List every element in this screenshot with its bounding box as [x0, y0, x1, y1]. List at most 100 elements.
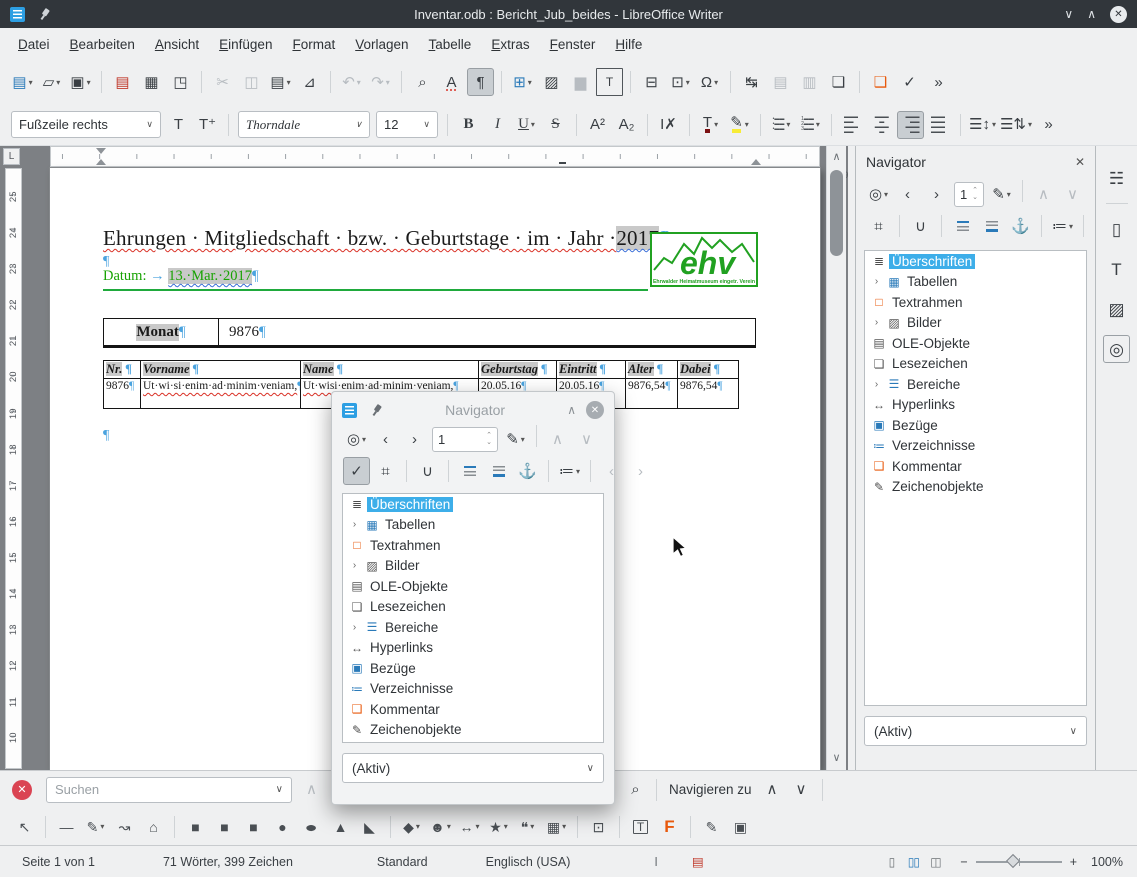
draw-tool-button[interactable]: ❝ ▾ — [514, 813, 541, 841]
navigator-tree-item[interactable]: › ▦ Tabellen — [865, 272, 1086, 293]
navigator-tree-item[interactable]: ↔ Hyperlinks — [865, 395, 1086, 416]
navigator-tree-item[interactable]: › ▦ Tabellen — [343, 515, 603, 536]
navigator-tree-item[interactable]: ≔ Verzeichnisse — [343, 679, 603, 700]
insert-mode-icon[interactable]: I — [640, 855, 671, 869]
sidebar-deck-button[interactable]: ◎ — [1103, 335, 1130, 363]
toolbar-button[interactable]: ¶ — [467, 68, 494, 96]
toolbar-button[interactable]: ▣ ▾ — [67, 68, 94, 96]
paragraph-style-combo[interactable]: Fußzeile rechts∨ — [11, 111, 161, 138]
navigator-tree-item[interactable]: ❑ Kommentar — [865, 456, 1086, 477]
format-button[interactable]: A₂ — [613, 111, 640, 139]
navigator-view-button[interactable]: ⌗ — [372, 457, 399, 485]
close-find-bar-button[interactable]: ✕ — [12, 780, 32, 800]
zoom-out-button[interactable]: − — [960, 855, 967, 869]
expander-icon[interactable]: › — [869, 276, 884, 287]
close-icon[interactable]: ✕ — [1075, 155, 1085, 169]
toolbar-button[interactable]: ❏ — [825, 68, 852, 96]
view-layout-button[interactable]: ◫ — [925, 848, 945, 876]
draw-tool-button[interactable]: ★ ▾ — [485, 813, 512, 841]
navigator-view-button[interactable] — [485, 457, 512, 485]
navigator-tree-item[interactable]: ≔ Verzeichnisse — [865, 436, 1086, 457]
menu-item[interactable]: Vorlagen — [345, 32, 418, 57]
font-size-combo[interactable]: 12∨ — [376, 111, 438, 138]
navigate-up-button[interactable]: ∧ — [759, 776, 786, 804]
font-name-combo[interactable]: Thorndale∨ — [238, 111, 370, 138]
format-button[interactable]: U ▾ — [513, 111, 540, 139]
draw-tool-button[interactable]: ◣ — [356, 813, 383, 841]
search-input[interactable] — [55, 782, 276, 797]
draw-tool-button[interactable]: — — [53, 813, 80, 841]
sidebar-deck-button[interactable]: T — [1103, 255, 1130, 283]
find-all-button[interactable]: ⌕ — [622, 776, 649, 804]
scroll-up-icon[interactable]: ∧ — [827, 150, 846, 163]
draw-tool-button[interactable]: ✎ ▾ — [82, 813, 109, 841]
menu-item[interactable]: Einfügen — [209, 32, 282, 57]
view-layout-button[interactable]: ▯ — [881, 848, 901, 876]
navigator-tree-item[interactable]: ❏ Lesezeichen — [343, 597, 603, 618]
navigator-button[interactable]: ‹ — [372, 425, 399, 453]
draw-tool-button[interactable]: ↝ — [111, 813, 138, 841]
toolbar-button[interactable]: ✓ — [896, 68, 923, 96]
sidebar-deck-button[interactable]: ▯ — [1103, 215, 1130, 243]
format-button[interactable]: ☰⇅ ▾ — [999, 111, 1033, 139]
sidebar-deck-button[interactable]: ▨ — [1103, 295, 1130, 323]
navigator-tree-item[interactable]: ≣ Überschriften — [343, 494, 603, 515]
toolbar-button[interactable]: ⌕ — [409, 68, 436, 96]
draw-tool-button[interactable]: ▦ ▾ — [543, 813, 570, 841]
navigator-tree-item[interactable]: ▤ OLE-Objekte — [865, 333, 1086, 354]
menu-item[interactable]: Extras — [481, 32, 539, 57]
expander-icon[interactable]: › — [347, 560, 362, 571]
navigator-button[interactable]: ✎▾ — [988, 180, 1015, 208]
toolbar-button[interactable]: Ω ▾ — [696, 68, 723, 96]
draw-tool-button[interactable]: ◆ ▾ — [398, 813, 425, 841]
expander-icon[interactable]: › — [869, 379, 884, 390]
vertical-scrollbar[interactable]: ∧ ∨ — [826, 146, 846, 770]
expander-icon[interactable]: › — [347, 519, 362, 530]
navigator-tree-item[interactable]: ↔ Hyperlinks — [343, 638, 603, 659]
menu-item[interactable]: Fenster — [540, 32, 606, 57]
toolbar-button[interactable]: ↹ — [738, 68, 765, 96]
navigator-view-button[interactable] — [456, 457, 483, 485]
toolbar-button[interactable]: A — [438, 68, 465, 96]
sidebar-deck-button[interactable]: ☵ — [1103, 164, 1130, 192]
draw-tool-button[interactable]: F — [656, 813, 683, 841]
toolbar-button[interactable]: ◳ — [167, 68, 194, 96]
navigator-tree-item[interactable]: ✎ Zeichenobjekte — [343, 720, 603, 741]
navigator-tree-item[interactable]: › ☰ Bereiche — [865, 374, 1086, 395]
expander-icon[interactable]: › — [347, 622, 362, 633]
tab-stop-marker[interactable] — [559, 162, 566, 164]
format-button[interactable]: ▬▬▬ ▬▬ ▬▬▬ ▬▬ — [897, 111, 924, 139]
draw-tool-button[interactable]: ● — [298, 813, 325, 841]
page-style[interactable]: Standard — [363, 855, 442, 869]
indent-marker-right[interactable] — [751, 159, 761, 165]
page-number-spinner[interactable]: 1 ⌃⌄ — [432, 427, 498, 452]
view-layout-button[interactable]: ▯▯ — [903, 848, 923, 876]
format-button[interactable]: 1▬▬ 2▬▬ 3▬▬ ▾ — [797, 111, 824, 139]
navigator-tree-item[interactable]: › ▨ Bilder — [865, 313, 1086, 334]
draw-tool-button[interactable]: ⌂ — [140, 813, 167, 841]
navigator-button[interactable]: ✎▾ — [502, 425, 529, 453]
format-button[interactable]: ☰↕ ▾ — [968, 111, 997, 139]
format-button[interactable]: I✗ — [655, 111, 682, 139]
document-selector-combo[interactable]: (Aktiv) ∨ — [864, 716, 1087, 746]
page-number-spinner[interactable]: 1 ⌃⌄ — [954, 182, 984, 207]
indent-marker-left[interactable] — [96, 148, 106, 154]
toolbar-button[interactable]: ▤ — [109, 68, 136, 96]
toolbar-button[interactable]: ▱ ▾ — [38, 68, 65, 96]
menu-item[interactable]: Ansicht — [145, 32, 209, 57]
text-language[interactable]: Englisch (USA) — [472, 855, 585, 869]
navigator-tree-item[interactable]: ✎ Zeichenobjekte — [865, 477, 1086, 498]
navigator-view-button[interactable] — [949, 212, 976, 240]
menu-item[interactable]: Hilfe — [605, 32, 652, 57]
document-selector-combo[interactable]: (Aktiv) ∨ — [342, 753, 604, 783]
toolbar-button[interactable]: ▦ — [138, 68, 165, 96]
draw-tool-button[interactable]: ■ — [182, 813, 209, 841]
draw-tool-button[interactable]: ▲ — [327, 813, 354, 841]
toolbar-button[interactable]: ▤ ▾ — [9, 68, 36, 96]
menu-item[interactable]: Tabelle — [419, 32, 482, 57]
navigator-button[interactable]: › — [401, 425, 428, 453]
scrollbar-thumb[interactable] — [830, 170, 843, 256]
draw-tool-button[interactable]: T — [627, 813, 654, 841]
toolbar-button[interactable]: ⊡ ▾ — [667, 68, 694, 96]
navigator-tree-item[interactable]: □ Textrahmen — [343, 535, 603, 556]
